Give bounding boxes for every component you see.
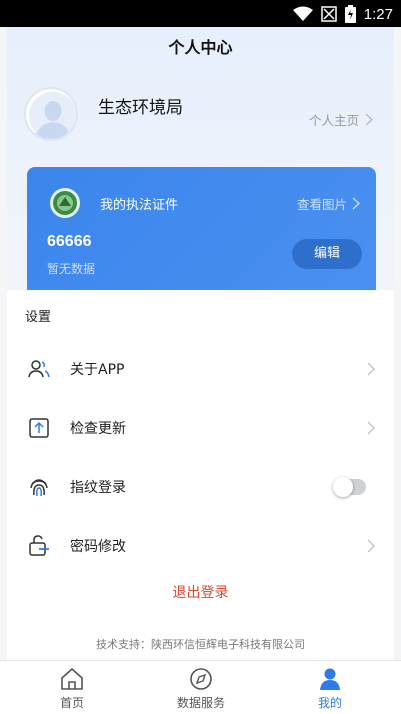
tab-data-service[interactable]: 数据服务: [151, 667, 251, 711]
lock-edit-icon: [29, 535, 49, 556]
no-signal-icon: [321, 6, 337, 22]
avatar[interactable]: [24, 87, 78, 141]
fingerprint-toggle[interactable]: [333, 477, 366, 497]
certificate-subtitle: 暂无数据: [47, 262, 96, 276]
tab-mine-label: 我的: [317, 696, 342, 710]
chevron-right-icon: [352, 197, 360, 210]
settings-item-label: 检查更新: [70, 421, 126, 437]
chevron-right-icon: [365, 113, 373, 126]
certificate-card: 我的执法证件 查看图片 66666 暂无数据 编辑: [27, 167, 376, 290]
logout-button[interactable]: 退出登录: [7, 582, 394, 602]
enforcement-badge-icon: [50, 188, 80, 218]
users-icon: [28, 360, 50, 378]
settings-item-fingerprint-login: 指纹登录: [7, 462, 394, 512]
profile-home-link[interactable]: 个人主页: [309, 110, 373, 129]
tab-mine[interactable]: 我的: [280, 667, 380, 711]
settings-item-label: 关于APP: [70, 362, 125, 378]
home-icon: [61, 667, 83, 690]
status-time: 1:27: [363, 5, 393, 23]
status-icons: 1:27: [292, 4, 393, 24]
settings-item-label: 密码修改: [70, 539, 126, 555]
user-name: 生态环境局: [98, 98, 183, 118]
person-icon: [320, 668, 340, 690]
tech-support-text: 技术支持：陕西环信恒辉电子科技有限公司: [96, 638, 305, 651]
toggle-knob: [333, 477, 353, 497]
tab-data-service-label: 数据服务: [176, 696, 225, 710]
status-bar: 1:27: [0, 0, 401, 27]
profile-home-label: 个人主页: [308, 113, 359, 128]
settings-panel: 设置 关于APP 检查更新 指纹登录 密码修改 退出登录 技术支持：陕西环信恒辉…: [7, 290, 394, 660]
chevron-right-icon: [367, 421, 375, 435]
certificate-title: 我的执法证件: [100, 198, 179, 213]
battery-charging-icon: [344, 5, 356, 23]
fingerprint-icon: [30, 479, 48, 497]
settings-item-check-update[interactable]: 检查更新: [7, 403, 394, 453]
bottom-navigation: 首页 数据服务 我的: [0, 660, 401, 714]
page-title: 个人中心: [168, 38, 233, 57]
tab-home-label: 首页: [59, 696, 84, 710]
edit-button[interactable]: 编辑: [292, 239, 362, 269]
certificate-number: 66666: [47, 233, 92, 250]
upload-icon: [29, 418, 49, 438]
settings-item-change-password[interactable]: 密码修改: [7, 521, 394, 571]
tab-home[interactable]: 首页: [22, 667, 122, 711]
chevron-right-icon: [367, 362, 375, 376]
settings-item-label: 指纹登录: [70, 480, 126, 496]
settings-heading: 设置: [25, 310, 52, 325]
settings-item-about-app[interactable]: 关于APP: [7, 344, 394, 394]
compass-icon: [190, 668, 212, 690]
view-image-link[interactable]: 查看图片: [297, 194, 360, 213]
chevron-right-icon: [367, 539, 375, 553]
view-image-label: 查看图片: [296, 197, 347, 212]
wifi-icon: [292, 6, 313, 21]
